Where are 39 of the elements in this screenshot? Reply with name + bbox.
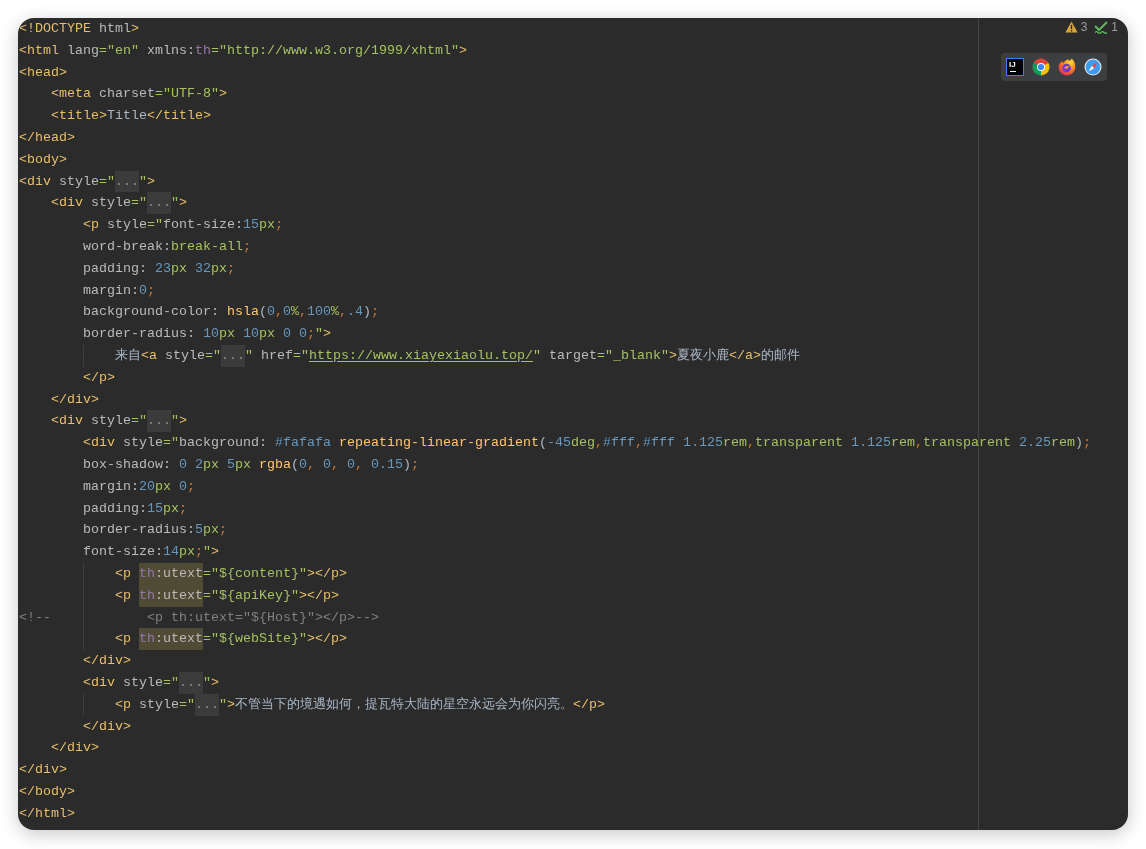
code-line: <!DOCTYPE html> — [19, 20, 139, 38]
code-line: <div style="..."> — [19, 170, 155, 193]
code-line: </p> — [82, 368, 115, 387]
code-line: word-break:break-all; — [82, 237, 251, 256]
code-line: <div style="..."> — [19, 410, 187, 433]
code-line: </div> — [50, 739, 99, 758]
warning-icon — [1064, 21, 1078, 33]
typos-indicator[interactable]: 1 — [1094, 19, 1118, 35]
firefox-browser-icon[interactable] — [1058, 58, 1076, 76]
safari-browser-icon[interactable] — [1084, 58, 1102, 76]
code-line: border-radius: 10px 10px 0 0;"> — [82, 325, 331, 344]
code-line: <div style="..."> — [19, 671, 219, 694]
code-line: <head> — [19, 63, 67, 82]
code-line: padding:15px; — [82, 499, 187, 518]
code-line: </body> — [19, 782, 75, 801]
code-line: <title>Title</title> — [50, 107, 211, 126]
warnings-indicator[interactable]: 3 — [1064, 19, 1088, 35]
code-line: </head> — [19, 129, 75, 147]
code-line: border-radius:5px; — [82, 521, 227, 540]
code-line: font-size:14px;"> — [82, 543, 219, 562]
code-line: </div> — [50, 390, 99, 409]
code-line: margin:0; — [82, 281, 155, 300]
code-line: </html> — [19, 804, 75, 823]
chrome-browser-icon[interactable] — [1032, 58, 1050, 76]
code-line: </div> — [19, 761, 67, 780]
code-line: <p style="font-size:15px; — [82, 216, 283, 235]
code-line: <html lang="en" xmlns:th="http://www.w3.org/1999/xhtml"> — [19, 41, 467, 60]
code-line: background-color: hsla(0,0%,100%,.4); — [82, 303, 379, 322]
code-line: </div> — [82, 717, 131, 736]
check-icon — [1094, 20, 1109, 34]
code-line: </div> — [82, 652, 131, 671]
code-line: <body> — [19, 150, 67, 169]
code-line: box-shadow: 0 2px 5px rgba(0, 0, 0, 0.15); — [82, 455, 419, 474]
code-line: <div style="..."> — [19, 192, 187, 215]
code-line: margin:20px 0; — [82, 477, 195, 496]
ide-preview-button[interactable]: IJ — [1006, 58, 1024, 76]
code-line: padding: 23px 32px; — [82, 259, 235, 278]
code-line: <div style="background: #fafafa repeating-linear-gradient(-45deg,#fff,#fff 1.125rem,transparent 1.125rem,transparent 2.25rem); — [82, 434, 1091, 453]
code-line: <meta charset="UTF-8"> — [50, 85, 227, 104]
